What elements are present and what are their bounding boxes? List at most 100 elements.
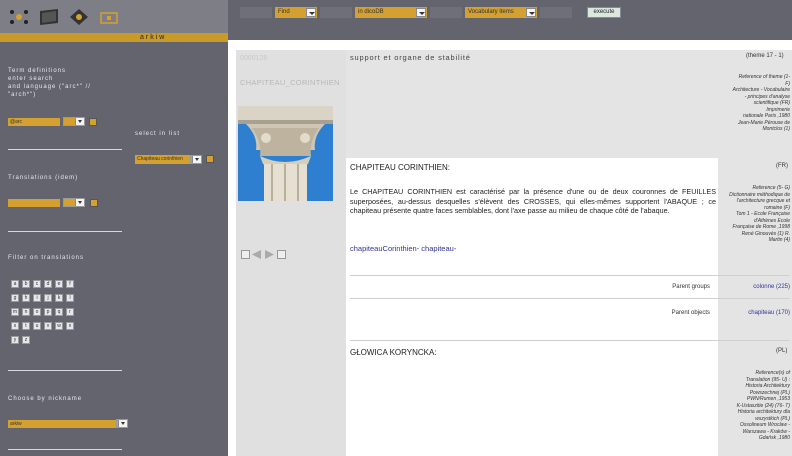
letter-key[interactable]: a [11, 280, 19, 288]
chevron-down-icon [192, 156, 201, 163]
database-select-label: in dicoDB [358, 9, 384, 15]
letter-key[interactable]: z [22, 336, 30, 344]
chevron-down-icon [416, 8, 426, 17]
brand-label: arkiw [140, 34, 167, 41]
letter-key[interactable]: u [33, 322, 41, 330]
last-record-icon[interactable] [277, 250, 286, 259]
nickname-select[interactable]: arkiw [8, 420, 116, 428]
letter-key[interactable]: b [22, 280, 30, 288]
divider [8, 149, 122, 150]
filter-translations-label: Filter on translations [8, 255, 85, 261]
letter-key[interactable]: k [55, 294, 63, 302]
parent-groups-label: Parent groups [672, 284, 710, 290]
letter-key[interactable]: c [33, 280, 41, 288]
term-list-select[interactable]: Chapiteau corinthien [135, 155, 191, 164]
parent-objects-link[interactable]: chapiteau (170) [720, 310, 790, 316]
term-definitions-line: Term definitions [8, 68, 67, 74]
letter-key[interactable]: d [44, 280, 52, 288]
term-definitions-label: Term definitions enter search and langua… [8, 67, 91, 99]
letter-key[interactable]: e [55, 280, 63, 288]
fr-source: Reference (5- G) Dictionnaire méthodique… [720, 185, 790, 244]
letter-key[interactable]: m [11, 308, 19, 316]
theme-ref: (theme 17 - 1) [746, 53, 784, 59]
pl-term-title: GŁOWICA KORYNCKA: [350, 348, 437, 357]
term-definitions-line: and language ("arc*" // [8, 84, 91, 90]
next-arrow-icon[interactable] [264, 250, 274, 259]
find-select[interactable]: Find [275, 7, 317, 18]
letter-key[interactable]: s [11, 322, 19, 330]
toolbar-spacer [240, 7, 272, 18]
parent-objects-label: Parent objects [671, 310, 710, 316]
divider [350, 275, 790, 276]
image-caption: CHAPITEAU_CORINTHIEN [240, 78, 340, 87]
diamond-icon[interactable] [68, 8, 90, 26]
source-line: Gdańsk ,1980 [758, 435, 790, 441]
translation-search-input[interactable] [8, 199, 60, 207]
term-search-input[interactable]: @arc [8, 118, 60, 126]
divider [8, 370, 122, 371]
nickname-label: Choose by nickname [8, 396, 83, 402]
select-in-list-label: select in list [135, 131, 181, 137]
letter-key[interactable]: w [55, 322, 63, 330]
letter-key[interactable]: i [33, 294, 41, 302]
chevron-down-icon [306, 8, 316, 17]
letter-key[interactable]: n [22, 308, 30, 316]
previous-arrow-icon[interactable] [252, 250, 262, 259]
app-window: arkiw Find in dicoDB Vocabulary items ex… [0, 0, 792, 456]
lock-icon[interactable] [98, 8, 120, 26]
toolbar-spacer [320, 7, 352, 18]
first-record-icon[interactable] [241, 250, 250, 259]
database-select[interactable]: in dicoDB [355, 7, 427, 18]
fr-definition: Le CHAPITEAU CORINTHIEN est caractérisé … [350, 187, 716, 215]
term-language-select[interactable] [63, 117, 85, 126]
divider [350, 298, 790, 299]
letter-key[interactable]: p [44, 308, 52, 316]
term-definitions-line: enter search [8, 76, 54, 82]
brand-strip [0, 33, 228, 42]
source-line: Montclos (1) [762, 126, 790, 132]
letter-key[interactable]: h [22, 294, 30, 302]
letter-key[interactable]: t [22, 322, 30, 330]
toolbar-spacer [540, 7, 572, 18]
nickname-dropdown[interactable] [116, 419, 128, 428]
vocabulary-select[interactable]: Vocabulary items [465, 7, 537, 18]
parent-groups-link[interactable]: colonne (225) [720, 284, 790, 290]
letter-key[interactable]: y [11, 336, 19, 344]
divider [350, 340, 790, 341]
pl-language-code: (PL) [776, 348, 788, 354]
letter-key[interactable]: q [55, 308, 63, 316]
term-definitions-line: "arch*") [8, 92, 37, 98]
chevron-down-icon [118, 420, 127, 427]
translation-go-button[interactable] [90, 199, 98, 207]
letter-key[interactable]: l [66, 294, 74, 302]
book-icon[interactable] [38, 8, 60, 26]
letter-key[interactable]: g [11, 294, 19, 302]
theme-source: Reference of theme (1- F) Architecture -… [720, 74, 790, 133]
divider [8, 449, 122, 450]
source-line: Martin (4) [768, 237, 790, 243]
term-list-go-button[interactable] [206, 155, 214, 163]
letter-key[interactable]: o [33, 308, 41, 316]
translation-language-select[interactable] [63, 198, 85, 207]
theme-text: support et organe de stabilité [350, 53, 471, 62]
letter-key[interactable]: v [44, 322, 52, 330]
divider [8, 231, 122, 232]
letter-key[interactable]: f [66, 280, 74, 288]
term-search-go-button[interactable] [89, 118, 97, 126]
fr-language-code: (FR) [776, 163, 788, 169]
chevron-down-icon [526, 8, 536, 17]
molecule-icon[interactable] [8, 8, 30, 26]
capital-photo[interactable] [238, 106, 333, 201]
letter-key[interactable]: r [66, 308, 74, 316]
pl-source: Reference(s) of Translation (95- U) : Hi… [705, 370, 790, 442]
execute-button[interactable]: execute [587, 7, 621, 18]
letter-key[interactable]: x [66, 322, 74, 330]
left-sidebar: Term definitions enter search and langua… [0, 42, 228, 456]
fr-term-title: CHAPITEAU CORINTHIEN: [350, 163, 451, 172]
letter-key[interactable]: j [44, 294, 52, 302]
fr-related-links[interactable]: chapiteauCorinthien- chapiteau- [350, 244, 456, 253]
term-list-dropdown[interactable] [190, 155, 202, 164]
translations-label: Translations (idem) [8, 175, 79, 181]
toolbar-spacer [430, 7, 462, 18]
find-select-label: Find [278, 9, 290, 15]
